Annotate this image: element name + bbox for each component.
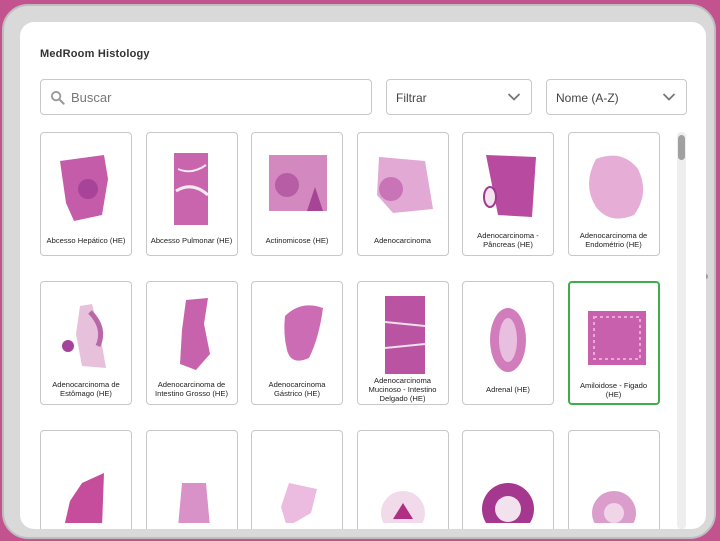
- slide-thumbnail: [380, 491, 425, 523]
- chevron-down-icon: [662, 93, 676, 101]
- slide-label: [467, 523, 549, 529]
- slide-label: Adenocarcinoma de Estômago (HE): [52, 380, 120, 398]
- slide-label: [256, 523, 338, 529]
- slide-card[interactable]: Adenocarcinoma: [356, 132, 449, 256]
- slide-label: [45, 523, 127, 529]
- slide-thumbnail: [384, 296, 425, 374]
- tablet-frame: MedRoom Histology Filtrar Nome (A-Z) Abc…: [2, 4, 716, 539]
- slide-thumbnail: [62, 304, 106, 368]
- slide-thumbnail: [60, 155, 108, 221]
- slide-card[interactable]: [462, 430, 554, 529]
- slide-thumbnail: [284, 305, 323, 361]
- sort-select[interactable]: Nome (A-Z): [546, 79, 687, 115]
- slide-label: Actinomicose (HE): [265, 235, 329, 245]
- slide-label: [362, 523, 444, 529]
- slide-thumbnail: [269, 155, 327, 211]
- slide-card[interactable]: Adrenal (HE): [462, 281, 554, 405]
- slide-grid: Abcesso Hepático (HE) Abcesso Pulmonar (H…: [40, 132, 668, 529]
- scrollbar-thumb[interactable]: [678, 135, 685, 160]
- slide-label: Adenocarcinoma de Intestino Grosso (HE): [154, 380, 228, 398]
- slide-card[interactable]: [145, 430, 238, 529]
- slide-thumbnail: [173, 153, 209, 225]
- slide-card[interactable]: Adenocarcinoma - Pâncreas (HE): [462, 132, 554, 256]
- filter-value: Filtrar: [396, 91, 427, 105]
- slide-card[interactable]: [40, 430, 132, 529]
- slide-card[interactable]: Amiloidose - Figado (HE): [567, 281, 660, 405]
- slide-thumbnail: [376, 157, 433, 213]
- slide-card[interactable]: Adenocarcinoma de Intestino Grosso (HE): [145, 281, 238, 405]
- slide-card[interactable]: Adenocarcinoma de Endométrio (HE): [567, 132, 660, 256]
- scrollbar[interactable]: [677, 132, 686, 529]
- slide-label: Adenocarcinoma - Pâncreas (HE): [477, 231, 539, 249]
- slide-card[interactable]: [567, 430, 660, 529]
- slide-label: Adrenal (HE): [486, 384, 530, 394]
- slide-card[interactable]: Adenocarcinoma Mucinoso - Intestino Delg…: [356, 281, 449, 405]
- search-box[interactable]: [40, 79, 372, 115]
- slide-card[interactable]: Adenocarcinoma Gástrico (HE): [251, 281, 343, 405]
- app-screen: MedRoom Histology Filtrar Nome (A-Z) Abc…: [20, 22, 706, 529]
- slide-thumbnail: [281, 483, 317, 523]
- slide-label: Amiloidose - Figado (HE): [579, 381, 648, 399]
- slide-label: Adenocarcinoma Mucinoso - Intestino Delg…: [368, 375, 437, 403]
- app-title: MedRoom Histology: [40, 48, 150, 60]
- slide-thumbnail: [64, 473, 104, 523]
- slide-label: Abcesso Pulmonar (HE): [150, 235, 233, 245]
- slide-label: [151, 523, 233, 529]
- slide-label: Adenocarcinoma de Endométrio (HE): [579, 231, 648, 249]
- slide-thumbnail: [179, 298, 210, 370]
- slide-label: Abcesso Hepático (HE): [46, 235, 126, 245]
- search-icon: [50, 90, 65, 105]
- chevron-down-icon: [507, 93, 521, 101]
- slide-card[interactable]: Abcesso Hepático (HE): [40, 132, 132, 256]
- slide-thumbnail: [482, 483, 534, 523]
- slide-thumbnail: [587, 311, 646, 365]
- slide-label: Adenocarcinoma: [374, 235, 431, 245]
- slide-thumbnail: [591, 491, 636, 523]
- search-input[interactable]: [71, 81, 367, 113]
- slide-card[interactable]: [356, 430, 449, 529]
- slide-label: [573, 523, 655, 529]
- slide-thumbnail: [588, 155, 643, 219]
- sort-value: Nome (A-Z): [556, 91, 619, 105]
- slide-thumbnail: [490, 308, 526, 372]
- slide-card[interactable]: Abcesso Pulmonar (HE): [145, 132, 238, 256]
- slide-card[interactable]: Actinomicose (HE): [251, 132, 343, 256]
- filter-select[interactable]: Filtrar: [386, 79, 532, 115]
- slide-card[interactable]: Adenocarcinoma de Estômago (HE): [40, 281, 132, 405]
- slide-label: Adenocarcinoma Gástrico (HE): [268, 380, 326, 398]
- slide-thumbnail: [177, 483, 210, 523]
- slide-card[interactable]: [251, 430, 343, 529]
- slide-thumbnail: [483, 155, 536, 217]
